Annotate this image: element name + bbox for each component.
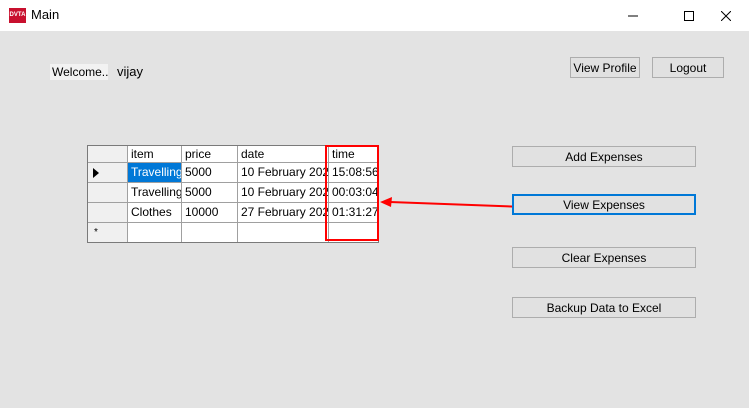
view-profile-button[interactable]: View Profile xyxy=(570,57,640,78)
row-header[interactable] xyxy=(88,183,128,203)
cell-date[interactable]: 10 February 2021 xyxy=(238,183,329,203)
logout-button[interactable]: Logout xyxy=(652,57,724,78)
expenses-grid[interactable]: item price date time Travelling 5000 10 … xyxy=(87,145,379,243)
app-icon: DVTA xyxy=(9,8,26,23)
cell-time[interactable] xyxy=(329,223,378,242)
cell-date[interactable]: 27 February 2021 xyxy=(238,203,329,223)
add-expenses-button[interactable]: Add Expenses xyxy=(512,146,696,167)
backup-data-button[interactable]: Backup Data to Excel xyxy=(512,297,696,318)
cell-date[interactable]: 10 February 2021 xyxy=(238,163,329,183)
table-row[interactable]: Travelling 5000 10 February 2021 00:03:0… xyxy=(88,183,378,203)
minimize-button[interactable] xyxy=(610,0,656,31)
cell-price[interactable]: 5000 xyxy=(182,183,238,203)
welcome-label: Welcome.. xyxy=(50,64,109,80)
close-button[interactable] xyxy=(703,0,749,31)
new-row-marker: * xyxy=(88,223,128,242)
main-form: Welcome.. vijay View Profile Logout item… xyxy=(0,31,749,408)
column-header-date[interactable]: date xyxy=(238,146,329,163)
row-header-current[interactable] xyxy=(88,163,128,183)
cell-item[interactable]: Travelling xyxy=(128,163,182,183)
username-label: vijay xyxy=(117,64,144,79)
cell-time[interactable]: 01:31:27 xyxy=(329,203,378,223)
cell-item[interactable] xyxy=(128,223,182,242)
current-row-arrow-icon xyxy=(93,168,99,178)
column-header-price[interactable]: price xyxy=(182,146,238,163)
cell-price[interactable]: 5000 xyxy=(182,163,238,183)
close-icon xyxy=(721,10,731,21)
cell-item[interactable]: Clothes xyxy=(128,203,182,223)
minimize-icon xyxy=(628,15,638,16)
cell-time[interactable]: 15:08:56 xyxy=(329,163,378,183)
table-row[interactable]: Clothes 10000 27 February 2021 01:31:27 xyxy=(88,203,378,223)
maximize-icon xyxy=(684,10,694,21)
grid-header-row: item price date time xyxy=(88,146,378,163)
title-bar: DVTA Main xyxy=(0,0,749,31)
cell-time[interactable]: 00:03:04 xyxy=(329,183,378,203)
column-header-time[interactable]: time xyxy=(329,146,378,163)
table-row[interactable]: Travelling 5000 10 February 2021 15:08:5… xyxy=(88,163,378,183)
grid-corner-header xyxy=(88,146,128,163)
column-header-item[interactable]: item xyxy=(128,146,182,163)
new-row[interactable]: * xyxy=(88,223,378,242)
row-header[interactable] xyxy=(88,203,128,223)
cell-price[interactable]: 10000 xyxy=(182,203,238,223)
view-expenses-button[interactable]: View Expenses xyxy=(512,194,696,215)
annotation-arrow-icon xyxy=(380,197,527,208)
window-title: Main xyxy=(31,7,60,22)
cell-item[interactable]: Travelling xyxy=(128,183,182,203)
cell-date[interactable] xyxy=(238,223,329,242)
cell-price[interactable] xyxy=(182,223,238,242)
clear-expenses-button[interactable]: Clear Expenses xyxy=(512,247,696,268)
